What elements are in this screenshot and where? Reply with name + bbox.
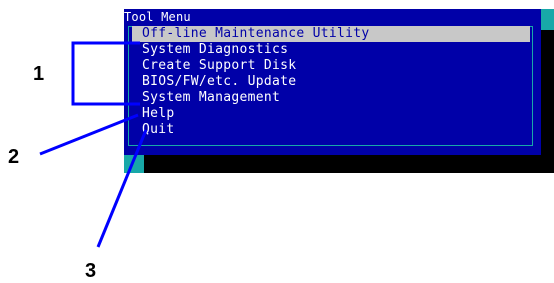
callout-bracket-1 — [71, 41, 140, 106]
callout-line-3 — [96, 129, 148, 248]
callout-label-1: 1 — [33, 63, 45, 85]
callout-label-3: 3 — [85, 260, 97, 282]
callout-label-2: 2 — [8, 146, 20, 168]
callout-line-2 — [39, 113, 139, 156]
callout-lines — [39, 41, 148, 248]
